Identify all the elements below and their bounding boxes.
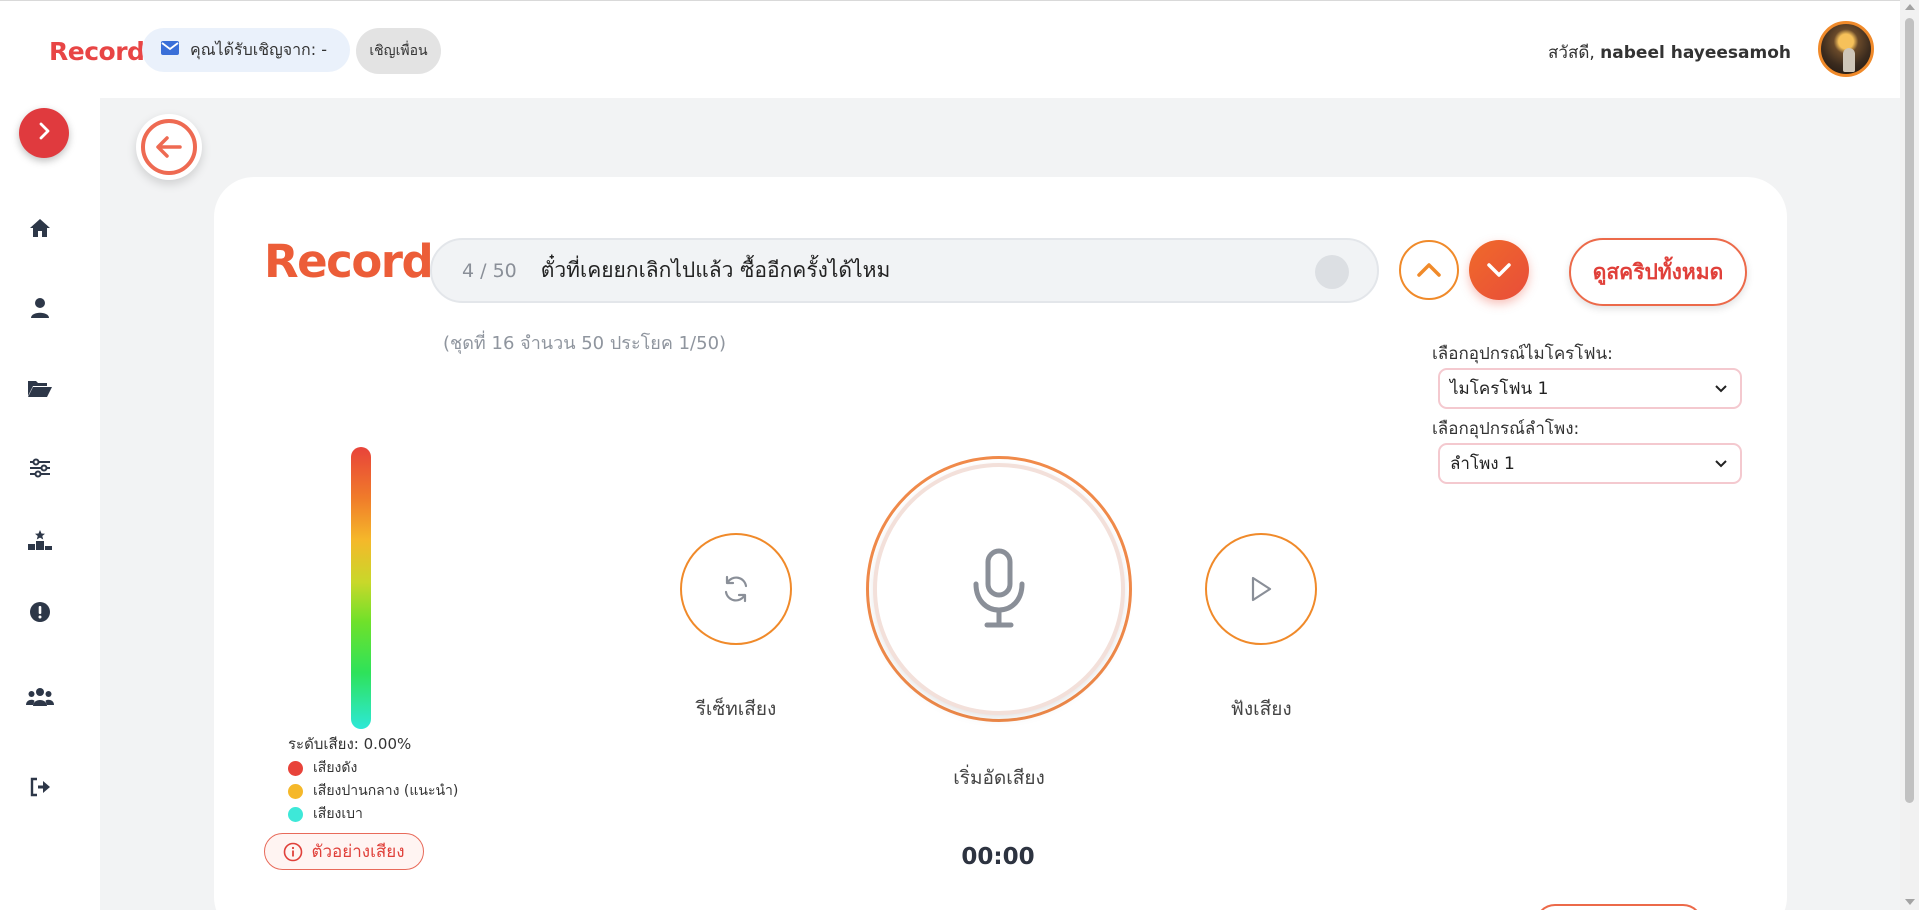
scroll-down-arrow[interactable] (1905, 899, 1915, 905)
sidebar-item-files[interactable] (26, 374, 54, 402)
invite-text: คุณได้รับเชิญจาก: - (190, 39, 327, 59)
chevron-up-icon (1417, 263, 1441, 277)
sentence-display: 4 / 50 ตั๋วที่เคยยกเลิกไปแล้ว ซื้ออีกครั… (430, 238, 1379, 303)
legend-label: เสียงดัง (313, 760, 358, 776)
sidebar-item-settings[interactable] (26, 454, 54, 482)
sentence-text: ตั๋วที่เคยยกเลิกไปแล้ว ซื้ออีกครั้งได้ไห… (540, 258, 891, 282)
speaker-select-value: ลำโพง 1 (1450, 454, 1515, 474)
page-scrollbar[interactable] (1900, 0, 1919, 910)
sidebar-toggle-button[interactable] (19, 108, 69, 158)
volume-level-text: ระดับเสียง: 0.00% (288, 735, 412, 753)
top-header: Record คุณได้รับเชิญจาก: - เชิญเพื่อน สว… (0, 1, 1900, 98)
reset-audio-button[interactable] (680, 533, 792, 645)
play-audio-label: ฟังเสียง (1230, 698, 1292, 720)
view-all-scripts-button[interactable]: ดูสคริปทั้งหมด (1569, 238, 1747, 306)
reset-audio-label: รีเซ็ทเสียง (695, 698, 777, 720)
bottom-action-button[interactable] (1535, 904, 1703, 910)
speaker-select[interactable]: ลำโพง 1 (1438, 443, 1742, 484)
microphone-select-label: เลือกอุปกรณ์ไมโครโฟน: (1432, 344, 1613, 364)
user-icon (31, 298, 49, 318)
play-icon (1251, 576, 1272, 602)
sample-audio-label: ตัวอย่างเสียง (311, 842, 405, 862)
sample-audio-button[interactable]: ตัวอย่างเสียง (264, 833, 424, 870)
legend-item-medium: เสียงปานกลาง (แนะนำ) (288, 780, 458, 802)
scroll-up-arrow[interactable] (1905, 4, 1915, 10)
legend-item-loud: เสียงดัง (288, 757, 357, 779)
exclamation-circle-icon (30, 602, 50, 622)
info-circle-icon (284, 842, 303, 861)
scrollbar-thumb[interactable] (1905, 18, 1914, 803)
greeting-prefix: สวัสดี, (1548, 43, 1601, 63)
legend-dot (288, 806, 303, 822)
sliders-icon (30, 458, 50, 478)
microphone-icon (973, 548, 1025, 628)
page-title: Record (264, 235, 434, 288)
ranking-icon (28, 530, 52, 550)
user-name: nabeel hayeesamoh (1600, 43, 1791, 63)
legend-item-soft: เสียงเบา (288, 803, 363, 825)
invite-info-pill: คุณได้รับเชิญจาก: - (142, 28, 350, 72)
arrow-left-icon (156, 136, 182, 158)
legend-dot (288, 783, 303, 799)
chevron-down-icon (1487, 263, 1511, 277)
sentence-counter: 4 / 50 (462, 259, 517, 282)
home-icon (30, 219, 50, 237)
chevron-down-icon (1715, 385, 1727, 393)
legend-label: เสียงเบา (313, 806, 363, 822)
microphone-select-value: ไมโครโฟน 1 (1450, 379, 1549, 399)
back-button[interactable] (136, 114, 202, 180)
volume-level-meter (351, 447, 371, 729)
sidebar-item-logout[interactable] (26, 773, 54, 801)
invite-friend-button[interactable]: เชิญเพื่อน (356, 28, 441, 74)
users-icon (26, 688, 54, 706)
sidebar-item-ranking[interactable] (26, 526, 54, 554)
microphone-select[interactable]: ไมโครโฟน 1 (1438, 368, 1742, 409)
record-button[interactable] (866, 456, 1132, 722)
sidebar-item-home[interactable] (26, 214, 54, 242)
recording-timer: 00:00 (961, 844, 1035, 870)
envelope-icon (160, 40, 180, 60)
set-info-text: (ชุดที่ 16 จำนวน 50 ประโยค 1/50) (443, 333, 727, 354)
folder-open-icon (28, 381, 52, 397)
chevron-down-icon (1715, 460, 1727, 468)
legend-dot (288, 760, 303, 776)
user-greeting: สวัสดี, nabeel hayeesamoh (1548, 39, 1791, 66)
next-sentence-button[interactable] (1469, 240, 1529, 300)
sentence-status-dot (1315, 255, 1349, 289)
sidebar-item-report[interactable] (26, 598, 54, 626)
refresh-icon (724, 575, 748, 603)
sign-out-icon (30, 777, 50, 797)
play-audio-button[interactable] (1205, 533, 1317, 645)
sidebar-item-profile[interactable] (26, 294, 54, 322)
chevron-right-icon (36, 121, 52, 145)
avatar[interactable] (1818, 21, 1874, 77)
speaker-select-label: เลือกอุปกรณ์ลำโพง: (1432, 419, 1580, 439)
record-label: เริ่มอัดเสียง (953, 767, 1045, 789)
legend-label: เสียงปานกลาง (แนะนำ) (313, 783, 459, 799)
previous-sentence-button[interactable] (1399, 240, 1459, 300)
sidebar-item-community[interactable] (26, 683, 54, 711)
brand-logo[interactable]: Record (49, 37, 145, 66)
